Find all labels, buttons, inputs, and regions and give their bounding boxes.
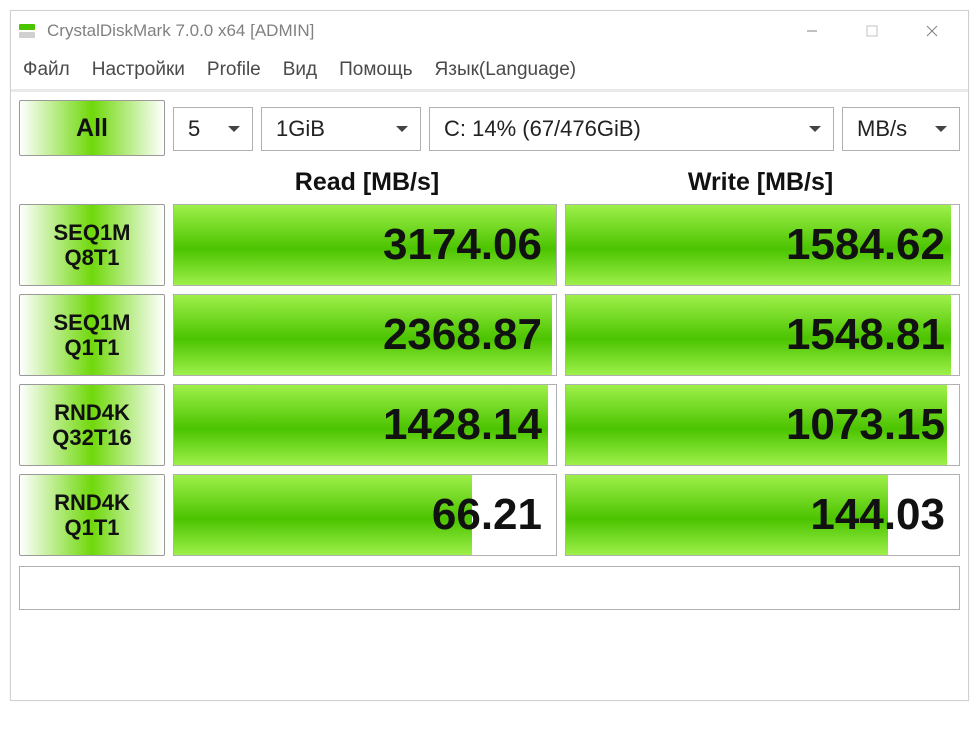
test-label-line1: SEQ1M xyxy=(53,310,130,335)
menu-view[interactable]: Вид xyxy=(283,59,317,81)
result-row: RND4KQ1T1 66.21 144.03 xyxy=(19,474,960,556)
write-header: Write [MB/s] xyxy=(561,160,960,204)
read-value-cell: 1428.14 xyxy=(173,384,557,466)
progress-bar xyxy=(174,475,472,555)
result-row: SEQ1MQ8T1 3174.06 1584.62 xyxy=(19,204,960,286)
menubar: Файл Настройки Profile Вид Помощь Язык(L… xyxy=(11,51,968,89)
test-button-seq1m-q1t1[interactable]: SEQ1MQ1T1 xyxy=(19,294,165,376)
chevron-down-icon xyxy=(935,126,947,132)
maximize-button[interactable] xyxy=(842,11,902,51)
test-size-select[interactable]: 1GiB xyxy=(261,107,421,151)
content: All 5 1GiB C: 14% (67/476GiB) MB/s Read … xyxy=(11,89,968,700)
window-controls xyxy=(782,11,962,51)
test-label-line2: Q1T1 xyxy=(64,335,119,360)
run-all-button[interactable]: All xyxy=(19,100,165,156)
column-headers: Read [MB/s] Write [MB/s] xyxy=(19,160,960,204)
test-button-rnd4k-q1t1[interactable]: RND4KQ1T1 xyxy=(19,474,165,556)
read-value: 66.21 xyxy=(432,490,542,540)
write-value: 1548.81 xyxy=(786,310,945,360)
close-button[interactable] xyxy=(902,11,962,51)
test-label-line1: SEQ1M xyxy=(53,220,130,245)
test-label-line1: RND4K xyxy=(54,490,130,515)
chevron-down-icon xyxy=(228,126,240,132)
drive-value: C: 14% (67/476GiB) xyxy=(444,116,641,142)
app-icon xyxy=(17,21,37,41)
drive-select[interactable]: C: 14% (67/476GiB) xyxy=(429,107,834,151)
read-value-cell: 66.21 xyxy=(173,474,557,556)
test-button-rnd4k-q32t16[interactable]: RND4KQ32T16 xyxy=(19,384,165,466)
read-header: Read [MB/s] xyxy=(173,160,561,204)
status-bar xyxy=(19,566,960,610)
chevron-down-icon xyxy=(396,126,408,132)
header-spacer xyxy=(19,160,173,204)
read-value: 2368.87 xyxy=(383,310,542,360)
write-value-cell: 1584.62 xyxy=(565,204,960,286)
top-controls: All 5 1GiB C: 14% (67/476GiB) MB/s xyxy=(19,100,960,158)
test-label-line2: Q32T16 xyxy=(52,425,132,450)
menu-help[interactable]: Помощь xyxy=(339,59,412,81)
test-label-line2: Q8T1 xyxy=(64,245,119,270)
test-label-line1: RND4K xyxy=(54,400,130,425)
read-value-cell: 3174.06 xyxy=(173,204,557,286)
result-row: SEQ1MQ1T1 2368.87 1548.81 xyxy=(19,294,960,376)
menu-profile[interactable]: Profile xyxy=(207,59,261,81)
menu-file[interactable]: Файл xyxy=(23,59,70,81)
write-value: 1073.15 xyxy=(786,400,945,450)
unit-select[interactable]: MB/s xyxy=(842,107,960,151)
result-row: RND4KQ32T16 1428.14 1073.15 xyxy=(19,384,960,466)
test-count-value: 5 xyxy=(188,116,200,142)
write-value: 144.03 xyxy=(810,490,945,540)
titlebar: CrystalDiskMark 7.0.0 x64 [ADMIN] xyxy=(11,11,968,51)
read-value: 3174.06 xyxy=(383,220,542,270)
minimize-button[interactable] xyxy=(782,11,842,51)
write-value-cell: 144.03 xyxy=(565,474,960,556)
menu-language[interactable]: Язык(Language) xyxy=(435,59,577,81)
read-value: 1428.14 xyxy=(383,400,542,450)
results-grid: SEQ1MQ8T13174.061584.62SEQ1MQ1T12368.871… xyxy=(19,204,960,556)
test-button-seq1m-q8t1[interactable]: SEQ1MQ8T1 xyxy=(19,204,165,286)
test-size-value: 1GiB xyxy=(276,116,325,142)
read-value-cell: 2368.87 xyxy=(173,294,557,376)
test-count-select[interactable]: 5 xyxy=(173,107,253,151)
write-value-cell: 1073.15 xyxy=(565,384,960,466)
chevron-down-icon xyxy=(809,126,821,132)
write-value: 1584.62 xyxy=(786,220,945,270)
unit-value: MB/s xyxy=(857,116,907,142)
test-label-line2: Q1T1 xyxy=(64,515,119,540)
write-value-cell: 1548.81 xyxy=(565,294,960,376)
menu-settings[interactable]: Настройки xyxy=(92,59,185,81)
app-window: CrystalDiskMark 7.0.0 x64 [ADMIN] Файл Н… xyxy=(10,10,969,701)
window-title: CrystalDiskMark 7.0.0 x64 [ADMIN] xyxy=(47,21,782,41)
